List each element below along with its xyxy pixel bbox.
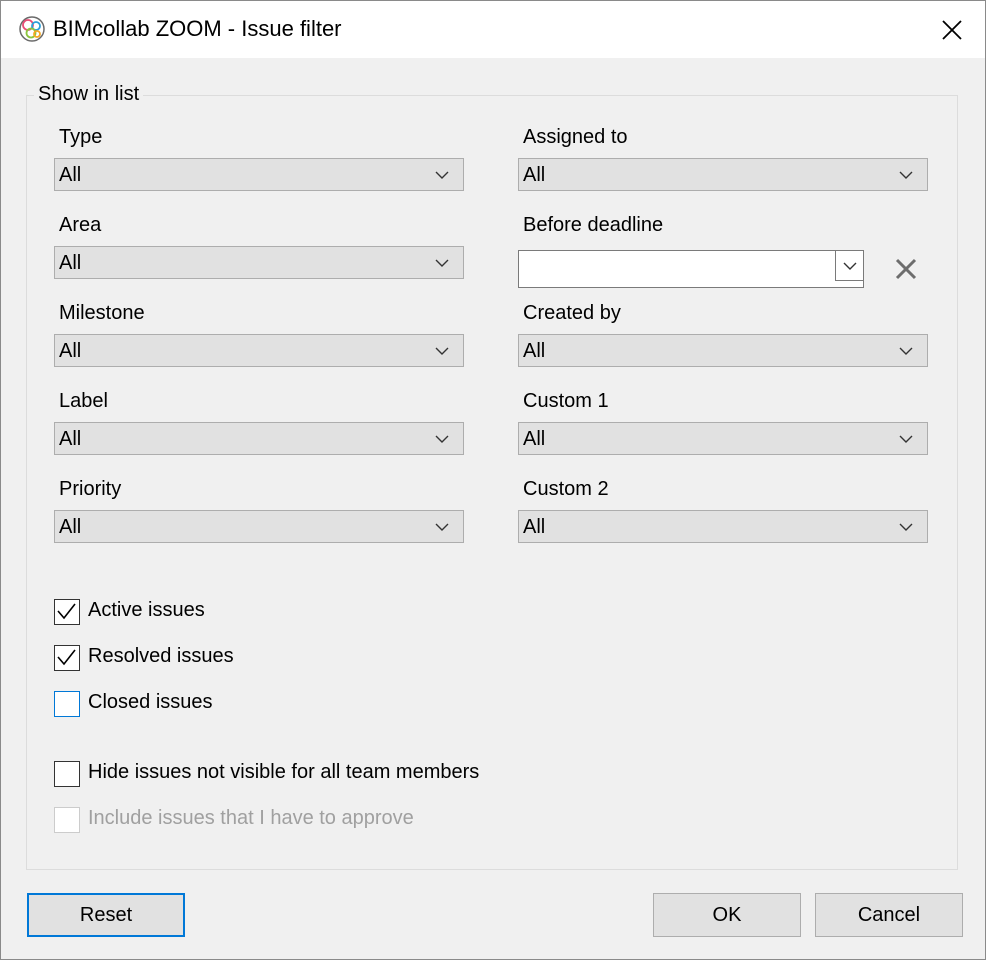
date-dropdown-button[interactable] [835,251,863,281]
assigned-to-dropdown[interactable]: All [518,158,928,191]
assigned-to-label: Assigned to [523,126,628,148]
chevron-down-icon [435,171,449,179]
checkmark-icon [57,603,76,620]
type-dropdown[interactable]: All [54,158,464,191]
custom1-value: All [523,428,546,450]
assigned-to-value: All [523,164,546,186]
resolved-issues-checkbox[interactable] [54,645,80,671]
close-icon [942,19,962,40]
chevron-down-icon [435,347,449,355]
area-dropdown[interactable]: All [54,246,464,279]
hide-not-visible-label: Hide issues not visible for all team mem… [88,761,480,783]
custom2-value: All [523,516,546,538]
window-title: BIMcollab ZOOM - Issue filter [53,16,342,41]
custom2-label: Custom 2 [523,478,609,500]
resolved-issues-label: Resolved issues [88,645,234,667]
closed-issues-checkbox[interactable] [54,691,80,717]
created-by-value: All [523,340,546,362]
area-label: Area [59,214,102,236]
reset-button[interactable]: Reset [27,893,185,937]
cancel-button[interactable]: Cancel [815,893,963,937]
type-value: All [59,164,82,186]
area-value: All [59,252,82,274]
created-by-label: Created by [523,302,621,324]
milestone-label: Milestone [59,302,145,324]
priority-dropdown[interactable]: All [54,510,464,543]
chevron-down-icon [899,347,913,355]
chevron-down-icon [899,435,913,443]
custom2-dropdown[interactable]: All [518,510,928,543]
ok-button[interactable]: OK [653,893,801,937]
before-deadline-date-picker[interactable] [518,250,864,288]
chevron-down-icon [435,435,449,443]
checkmark-icon [57,649,76,666]
chevron-down-icon [843,262,857,270]
before-deadline-label: Before deadline [523,214,664,236]
include-approve-checkbox [54,807,80,833]
priority-label: Priority [59,478,122,500]
chevron-down-icon [435,523,449,531]
chevron-down-icon [899,523,913,531]
title-bar: BIMcollab ZOOM - Issue filter [1,1,985,58]
active-issues-label: Active issues [88,599,205,621]
include-approve-label: Include issues that I have to approve [88,807,414,829]
custom1-dropdown[interactable]: All [518,422,928,455]
milestone-value: All [59,340,82,362]
bimcollab-app-icon [19,16,45,42]
type-label: Type [59,126,103,148]
issue-filter-dialog: BIMcollab ZOOM - Issue filter Show in li… [0,0,986,960]
created-by-dropdown[interactable]: All [518,334,928,367]
custom1-label: Custom 1 [523,390,609,412]
closed-issues-label: Closed issues [88,691,213,713]
label-label: Label [59,390,108,412]
active-issues-checkbox[interactable] [54,599,80,625]
milestone-dropdown[interactable]: All [54,334,464,367]
label-dropdown[interactable]: All [54,422,464,455]
clear-x-icon[interactable] [894,257,918,281]
group-label: Show in list [34,83,144,106]
close-button[interactable] [919,1,985,58]
priority-value: All [59,516,82,538]
chevron-down-icon [899,171,913,179]
hide-not-visible-checkbox[interactable] [54,761,80,787]
chevron-down-icon [435,259,449,267]
label-value: All [59,428,82,450]
show-in-list-group [26,95,958,870]
